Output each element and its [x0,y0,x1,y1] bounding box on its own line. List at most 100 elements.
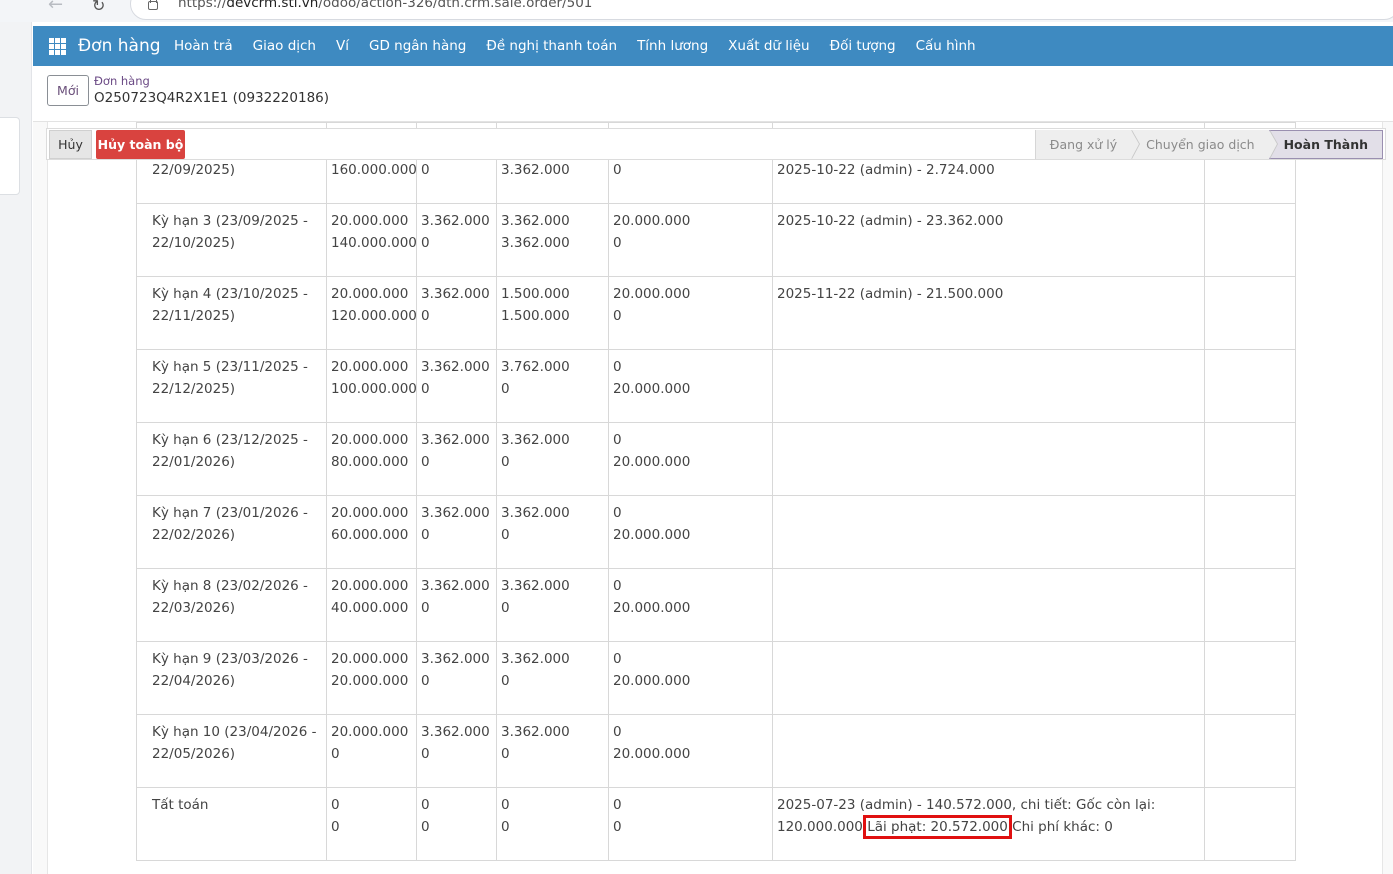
c3-line: 3.362.000 [501,162,570,178]
cancel-button[interactable]: Hủy [49,130,92,159]
c1-line: 160.000.000 [331,162,417,178]
c1-line: 0 [331,797,340,813]
menu-item-4[interactable]: Đề nghị thanh toán [486,38,617,54]
c1-line: 20.000.000 [331,651,409,667]
term-cell: Kỳ hạn 3 (23/09/2025 - 22/10/2025) [136,203,327,277]
side-panel-card[interactable] [0,117,20,195]
menu-item-7[interactable]: Đối tượng [830,38,896,54]
amount-cell: 20.000.000 0 [326,714,417,788]
c1-line: 20.000.000 [331,724,409,740]
settlement-note-part: Chi phí khác: 0 [1007,819,1113,835]
payment-note-cell [772,641,1205,715]
c1-line [331,181,412,203]
amount-cell: 3.362.000 0 [416,495,497,569]
menu-item-3[interactable]: GD ngân hàng [369,38,466,54]
main-menu: Hoàn trả Giao dịch Ví GD ngân hàng Đề nghị t… [174,38,996,54]
amount-cell: 20.000.000 140.000.000 [326,203,417,277]
stage-1[interactable]: Chuyển giao dịch [1131,130,1278,159]
c4-line: 0 [613,819,622,835]
amount-cell: 3.362.000 0 [496,641,609,715]
term-cell: Kỳ hạn 8 (23/02/2026 - 22/03/2026) [136,568,327,642]
amount-cell: 20.000.000 40.000.000 [326,568,417,642]
stage-label: Đang xử lý [1049,137,1118,152]
c4-line: 20.000.000 [613,673,691,689]
stage-2[interactable]: Hoàn Thành [1268,130,1383,159]
c1-line: 20.000.000 [331,286,409,302]
empty-cell [1204,714,1296,788]
amount-cell: 20.000.000 0 [608,276,773,350]
c1-line: 20.000.000 [331,213,409,229]
amount-cell: 3.362.000 3.362.000 [496,203,609,277]
empty-cell [1204,495,1296,569]
table-row: Kỳ hạn 8 (23/02/2026 - 22/03/2026) 20.000.… [136,568,1296,642]
c3-line: 0 [501,746,510,762]
stage-label: Chuyển giao dịch [1146,137,1255,152]
amount-cell: 0 20.000.000 [608,349,773,423]
menu-item-6[interactable]: Xuất dữ liệu [728,38,809,54]
c3-line: 0 [501,673,510,689]
browser-side-panel [0,22,32,874]
menu-item-2[interactable]: Ví [336,38,349,54]
c1-line: 60.000.000 [331,527,409,543]
app-brand[interactable]: Đơn hàng [78,36,161,56]
table-row: Kỳ hạn 7 (23/01/2026 - 22/02/2026) 20.000.… [136,495,1296,569]
empty-cell [1204,203,1296,277]
c4-line: 0 [613,578,622,594]
c1-line: 140.000.000 [331,235,417,251]
payment-schedule-table: 22/09/2025) 160.000.000 0 3.362.000 0 20… [136,122,1296,861]
c3-line: 3.362.000 [501,578,570,594]
cancel-all-button[interactable]: Hủy toàn bộ [96,130,185,159]
amount-cell: 0 20.000.000 [608,495,773,569]
c4-line: 20.000.000 [613,746,691,762]
term-line [152,181,322,203]
table-row: Kỳ hạn 9 (23/03/2026 - 22/04/2026) 20.000.… [136,641,1296,715]
c2-line: 0 [421,797,430,813]
payment-note-cell [772,568,1205,642]
url-text[interactable]: https://devcrm.stl.vn/odoo/action-326/dt… [178,0,592,11]
c1-line: 20.000.000 [331,578,409,594]
back-arrow-icon[interactable]: ← [48,0,63,15]
stage-0[interactable]: Đang xử lý [1034,130,1141,159]
table-row: Kỳ hạn 5 (23/11/2025 - 22/12/2025) 20.000.… [136,349,1296,423]
term-line: Kỳ hạn 4 (23/10/2025 - [152,286,308,302]
c2-line: 0 [421,673,430,689]
term-line: 22/03/2026) [152,600,236,616]
amount-cell: 0 20.000.000 [608,568,773,642]
c2-line: 3.362.000 [421,505,490,521]
payment-note-cell [772,714,1205,788]
table-row: Kỳ hạn 6 (23/12/2025 - 22/01/2026) 20.000.… [136,422,1296,496]
c4-line: 0 [613,359,622,375]
amount-cell: 20.000.000 80.000.000 [326,422,417,496]
term-line: 22/12/2025) [152,381,236,397]
c3-line: 0 [501,797,510,813]
breadcrumb-parent[interactable]: Đơn hàng [94,74,150,88]
menu-item-5[interactable]: Tính lương [637,38,708,54]
c1-line: 120.000.000 [331,308,417,324]
menu-item-0[interactable]: Hoàn trả [174,38,233,54]
amount-cell: 3.362.000 0 [416,276,497,350]
empty-cell [1204,641,1296,715]
c1-line: 40.000.000 [331,600,409,616]
amount-cell: 20.000.000 120.000.000 [326,276,417,350]
apps-grid-icon[interactable] [49,38,66,55]
lock-icon[interactable] [148,0,158,10]
amount-cell: 3.362.000 0 [416,641,497,715]
c4-line: 20.000.000 [613,454,691,470]
amount-cell: 20.000.000 100.000.000 [326,349,417,423]
amount-cell: 0 20.000.000 [608,422,773,496]
term-line: 22/09/2025) [152,162,236,178]
settlement-label: Tất toán [152,797,209,813]
empty-cell [1204,349,1296,423]
term-line: Kỳ hạn 7 (23/01/2026 - [152,505,308,521]
menu-item-1[interactable]: Giao dịch [253,38,316,54]
c4-line: 0 [613,724,622,740]
reload-icon[interactable]: ↻ [92,0,105,15]
c2-line: 0 [421,454,430,470]
amount-cell: 00 [496,787,609,861]
amount-cell: 3.362.000 0 [496,568,609,642]
term-cell: Kỳ hạn 4 (23/10/2025 - 22/11/2025) [136,276,327,350]
menu-item-8[interactable]: Cấu hình [916,38,976,54]
c3-line: 3.362.000 [501,235,570,251]
table-row: Kỳ hạn 3 (23/09/2025 - 22/10/2025) 20.000.… [136,203,1296,277]
new-button[interactable]: Mới [47,75,89,106]
